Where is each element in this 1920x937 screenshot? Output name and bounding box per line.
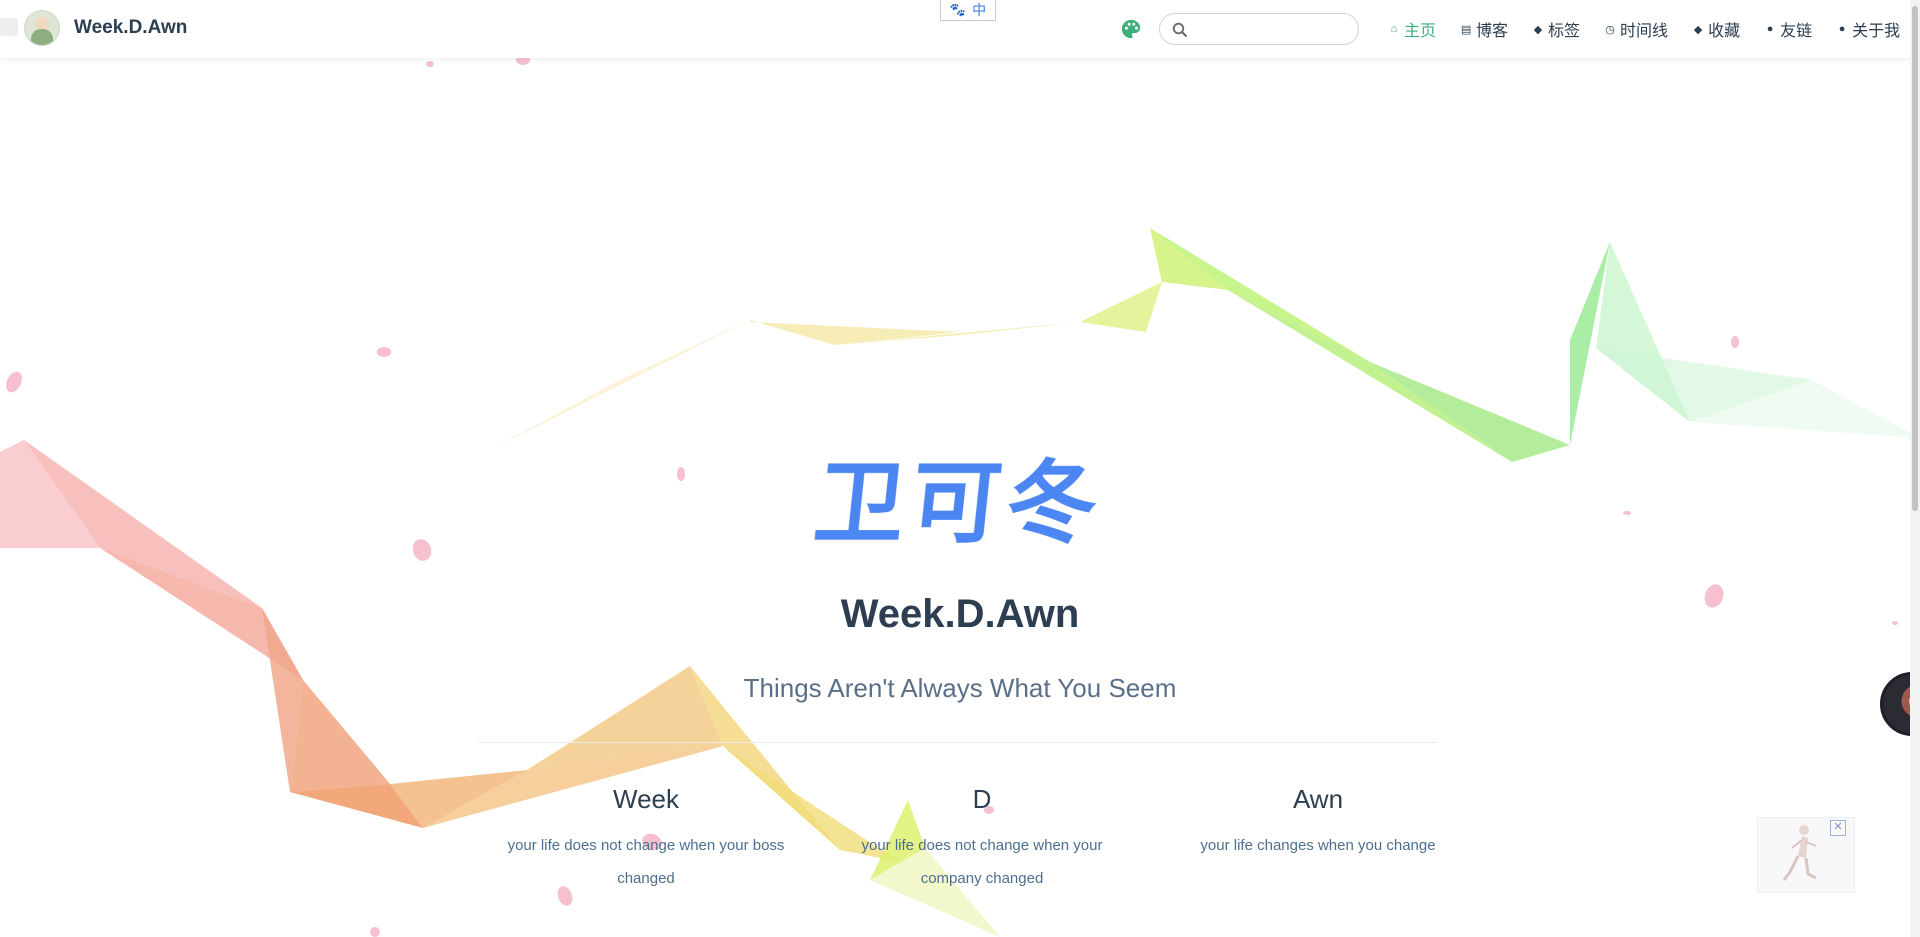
nav-label: 博客 [1476,23,1509,40]
nav-label: 收藏 [1708,23,1741,40]
nav-label: 标签 [1548,23,1581,40]
feature-item: Week your life does not change when your… [478,784,814,895]
main-nav: ⌂ 主页 ▤ 博客 ◆ 标签 ◷ 时间线 ◆ 收藏 ● 友链 ● 关于我 [1376,0,1912,58]
close-icon[interactable]: ✕ [1830,820,1846,836]
tag-icon: ◆ [1533,23,1543,36]
scrollbar-thumb[interactable] [1912,6,1918,511]
nav-item-favorites[interactable]: ◆ 收藏 [1680,17,1752,41]
search-icon [1172,22,1188,38]
feature-title: Week [613,784,679,814]
ime-indicator[interactable]: 🐾 中 [940,0,996,21]
feature-details: your life does not change when your boss… [507,837,785,887]
user-icon: ● [1838,23,1846,35]
nav-label: 时间线 [1620,23,1669,40]
mascot-widget[interactable]: ✕ [1757,817,1855,893]
nav-item-blog[interactable]: ▤ 博客 [1448,17,1520,41]
site-brand[interactable]: Week.D.Awn [24,10,187,46]
search-box[interactable] [1159,13,1359,45]
home-icon: ⌂ [1390,23,1398,35]
scrollbar[interactable] [1910,0,1920,937]
divider [478,742,1438,743]
user-icon: ● [1766,23,1774,35]
tag-icon: ◆ [1693,23,1703,36]
top-navbar: Week.D.Awn 🐾 中 ⌂ 主页 ▤ 博客 ◆ 标签 ◷ 时间线 ◆ 收藏… [0,0,1920,58]
avatar[interactable] [24,10,60,46]
feature-item: Awn your life changes when you change [1150,784,1486,895]
tagline: Things Aren't Always What You Seem [743,673,1177,703]
sidebar-toggle-button[interactable] [0,18,18,36]
document-icon: ▤ [1460,23,1472,36]
nav-item-tags[interactable]: ◆ 标签 [1520,17,1592,41]
nav-label: 主页 [1404,23,1437,40]
features: Week your life does not change when your… [478,784,1488,895]
brand-title[interactable]: Week.D.Awn [74,17,187,39]
ime-label: 中 [972,2,987,18]
mascot-figure-icon [1782,825,1817,881]
clock-icon: ◷ [1605,23,1615,36]
feature-title: Awn [1292,784,1344,814]
feature-details: your life does not change when your comp… [861,837,1103,887]
feature-item: D your life does not change when your co… [814,784,1150,895]
hero-logo-text: 卫可冬 [809,450,1109,556]
nav-item-timeline[interactable]: ◷ 时间线 [1592,17,1680,41]
feature-details: your life changes when you change [1200,837,1436,854]
feature-title: D [972,784,992,814]
palette-icon[interactable] [1120,18,1142,40]
nav-label: 关于我 [1852,23,1901,40]
nav-item-about[interactable]: ● 关于我 [1824,17,1912,41]
search-input[interactable] [1194,18,1354,42]
nav-label: 友链 [1780,23,1813,40]
nav-item-home[interactable]: ⌂ 主页 [1376,17,1448,41]
page-title: Week.D.Awn [840,592,1080,636]
paw-icon: 🐾 [949,2,967,17]
nav-item-friend-links[interactable]: ● 友链 [1752,17,1824,41]
